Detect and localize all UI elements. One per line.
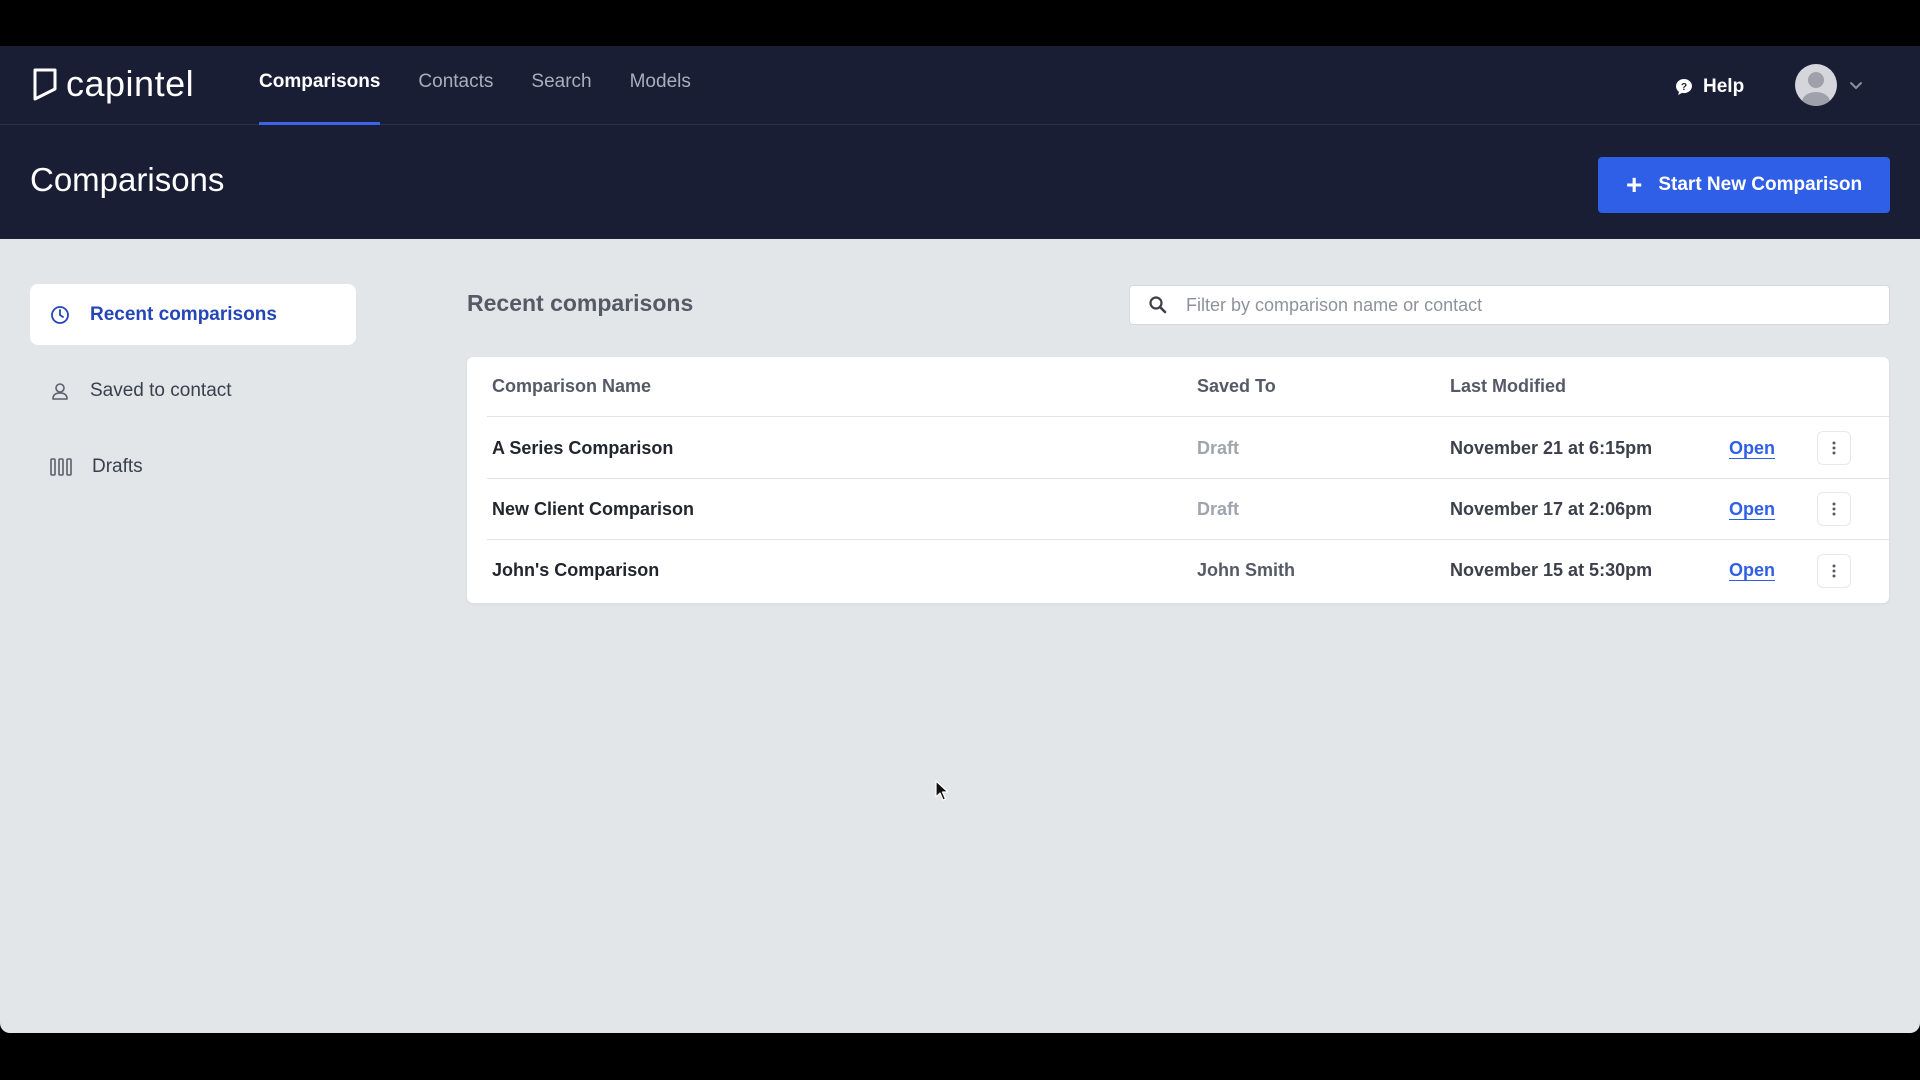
plus-icon: +: [1626, 169, 1643, 200]
help-label: Help: [1703, 76, 1745, 97]
sidebar-item-saved-to-contact[interactable]: Saved to contact: [30, 360, 356, 421]
saved-to: Draft: [1197, 498, 1240, 519]
vertical-dots-icon: [1832, 502, 1836, 516]
svg-text:?: ?: [1681, 82, 1687, 93]
sidebar-item-drafts[interactable]: Drafts: [30, 436, 356, 497]
open-link[interactable]: Open: [1729, 479, 1775, 539]
table-header: Comparison Name Saved To Last Modified: [487, 357, 1889, 417]
help-bubble-icon: ?: [1676, 79, 1692, 95]
nav-models[interactable]: Models: [630, 46, 691, 125]
last-modified: November 15 at 5:30pm: [1450, 560, 1653, 580]
column-header-name[interactable]: Comparison Name: [492, 357, 651, 416]
logo-text: capintel: [66, 63, 195, 104]
page-title: Comparisons: [30, 161, 225, 198]
more-options-button[interactable]: [1817, 492, 1851, 526]
main-nav: Comparisons Contacts Search Models: [259, 46, 729, 125]
user-silhouette-icon: [1802, 72, 1830, 106]
row-actions: [1817, 479, 1851, 539]
filter-input[interactable]: [1186, 294, 1846, 316]
logo-mark-icon: [33, 68, 57, 101]
nav-search[interactable]: Search: [531, 46, 591, 125]
saved-to[interactable]: John Smith: [1197, 540, 1295, 601]
drafts-icon: [50, 457, 72, 476]
table-row[interactable]: John's Comparison John Smith November 15…: [487, 540, 1889, 601]
open-link[interactable]: Open: [1729, 418, 1775, 478]
more-options-button[interactable]: [1817, 553, 1851, 588]
start-new-comparison-label: Start New Comparison: [1658, 174, 1863, 195]
clock-icon: [51, 305, 69, 324]
help-button[interactable]: ? Help: [1675, 72, 1744, 102]
column-header-last-modified[interactable]: Last Modified: [1450, 357, 1566, 416]
row-actions: [1817, 418, 1851, 478]
mouse-cursor-icon: [935, 780, 949, 801]
comparison-name[interactable]: New Client Comparison: [492, 479, 694, 539]
vertical-dots-icon: [1832, 441, 1836, 455]
sidebar-item-label: Drafts: [92, 455, 143, 477]
comparison-name[interactable]: John's Comparison: [492, 540, 659, 601]
section-title: Recent comparisons: [467, 290, 694, 316]
user-avatar[interactable]: [1795, 64, 1837, 106]
nav-contacts[interactable]: Contacts: [418, 46, 493, 125]
last-modified: November 17 at 2:06pm: [1450, 498, 1653, 519]
comparisons-table: Comparison Name Saved To Last Modified A…: [467, 357, 1889, 603]
start-new-comparison-button[interactable]: + Start New Comparison: [1598, 157, 1890, 213]
filter-box: [1129, 285, 1890, 325]
open-link[interactable]: Open: [1729, 540, 1775, 601]
sidebar-item-label: Saved to contact: [90, 379, 232, 401]
vertical-dots-icon: [1832, 564, 1836, 577]
search-icon: [1149, 296, 1167, 314]
table-row[interactable]: A Series Comparison Draft November 21 at…: [487, 418, 1889, 479]
app-window: capintel Comparisons Contacts Search Mod…: [0, 46, 1920, 1033]
row-actions: [1817, 540, 1851, 601]
table-row[interactable]: New Client Comparison Draft November 17 …: [487, 479, 1889, 540]
comparison-name[interactable]: A Series Comparison: [492, 418, 673, 478]
nav-comparisons[interactable]: Comparisons: [259, 46, 381, 125]
capintel-logo[interactable]: capintel: [32, 64, 194, 104]
person-icon: [52, 382, 68, 400]
more-options-button[interactable]: [1817, 431, 1851, 465]
last-modified: November 21 at 6:15pm: [1450, 437, 1653, 458]
top-navigation-bar: capintel Comparisons Contacts Search Mod…: [0, 46, 1920, 125]
column-header-saved-to[interactable]: Saved To: [1197, 357, 1276, 416]
page-header: Comparisons + Start New Comparison: [0, 125, 1920, 239]
sidebar-item-label: Recent comparisons: [90, 303, 277, 325]
sidebar-item-recent-comparisons[interactable]: Recent comparisons: [30, 284, 356, 345]
chevron-down-icon[interactable]: [1849, 78, 1863, 92]
saved-to: Draft: [1197, 437, 1240, 458]
